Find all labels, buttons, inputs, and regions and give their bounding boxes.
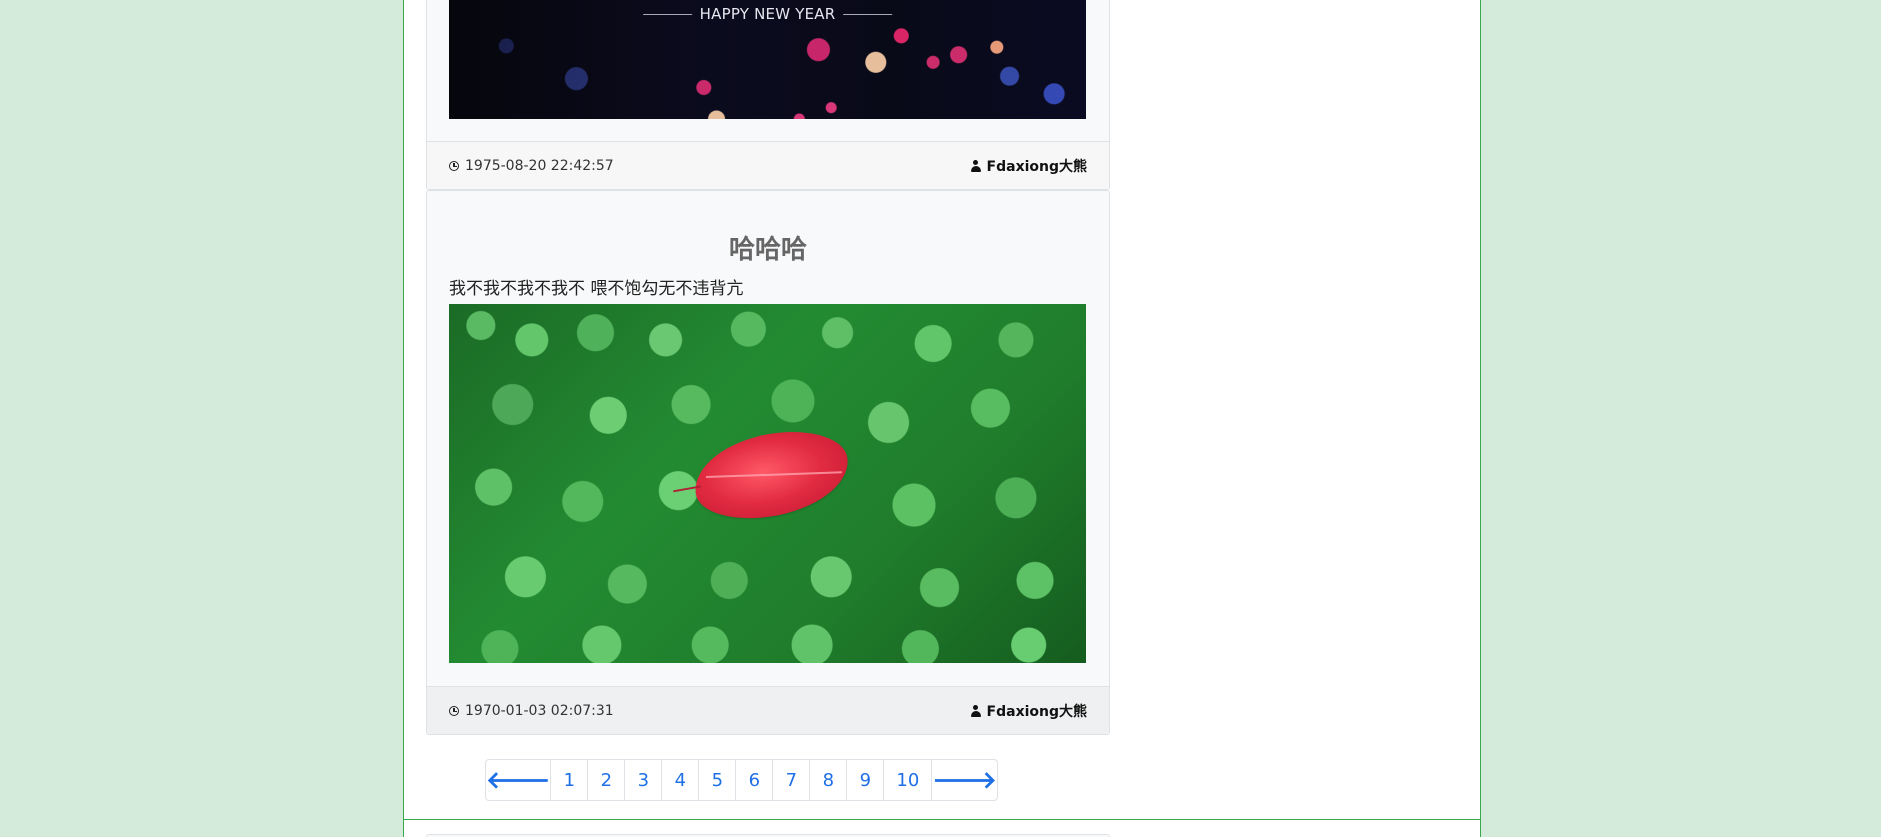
new-year-image-caption: HAPPY NEW YEAR (642, 5, 893, 23)
page-button-5[interactable]: 5 (699, 760, 737, 800)
page-button-1[interactable]: 1 (551, 760, 589, 800)
post-author-text: Fdaxiong大熊 (986, 703, 1087, 720)
page-button-8[interactable]: 8 (810, 760, 848, 800)
clover-leaf-image (449, 304, 1086, 663)
post-card-new-year: HAPPY NEW YEAR 1975-08-20 22:42:57 Fdaxi… (426, 0, 1110, 190)
post-author: Fdaxiong大熊 (970, 156, 1087, 176)
post-title: 哈哈哈 (728, 234, 807, 265)
red-leaf-shape (689, 423, 854, 527)
caption-divider-right (843, 13, 893, 15)
clock-icon (449, 705, 459, 716)
post-time: 1970-01-03 02:07:31 (449, 703, 614, 719)
new-year-image: HAPPY NEW YEAR (449, 0, 1086, 119)
post-card-footer: 1970-01-03 02:07:31 Fdaxiong大熊 (427, 686, 1109, 734)
post-author-text: Fdaxiong大熊 (986, 158, 1087, 175)
user-icon (970, 159, 981, 172)
page-button-4[interactable]: 4 (662, 760, 700, 800)
next-page-button[interactable]: 🡒 (932, 760, 996, 800)
page-button-9[interactable]: 9 (847, 760, 885, 800)
previous-page-button[interactable]: 🡐 (486, 760, 552, 800)
pagination: 🡐 1 2 3 4 5 6 7 8 9 10 🡒 (485, 759, 998, 801)
next-section-divider (404, 819, 1480, 837)
user-icon (970, 704, 981, 717)
page-button-3[interactable]: 3 (625, 760, 663, 800)
post-author: Fdaxiong大熊 (970, 701, 1087, 721)
post-time-text: 1975-08-20 22:42:57 (465, 157, 614, 174)
post-card-footer: 1975-08-20 22:42:57 Fdaxiong大熊 (427, 141, 1109, 189)
clock-icon (449, 160, 459, 171)
main-content-panel: HAPPY NEW YEAR 1975-08-20 22:42:57 Fdaxi… (403, 0, 1481, 837)
post-time-text: 1970-01-03 02:07:31 (465, 702, 614, 719)
new-year-caption-text: HAPPY NEW YEAR (699, 5, 836, 23)
post-card-body: 哈哈哈 我不我不我不我不 喂不饱勾无不违背亢 (449, 191, 1087, 686)
post-time: 1975-08-20 22:42:57 (449, 158, 614, 174)
page-button-7[interactable]: 7 (773, 760, 811, 800)
page-button-10[interactable]: 10 (884, 760, 933, 800)
page-button-6[interactable]: 6 (736, 760, 774, 800)
post-card-hahaha: 哈哈哈 我不我不我不我不 喂不饱勾无不违背亢 1970-01-03 02:07:… (426, 190, 1110, 735)
caption-divider-left (642, 13, 692, 15)
post-excerpt: 我不我不我不我不 喂不饱勾无不违背亢 (449, 279, 744, 299)
page-button-2[interactable]: 2 (588, 760, 626, 800)
